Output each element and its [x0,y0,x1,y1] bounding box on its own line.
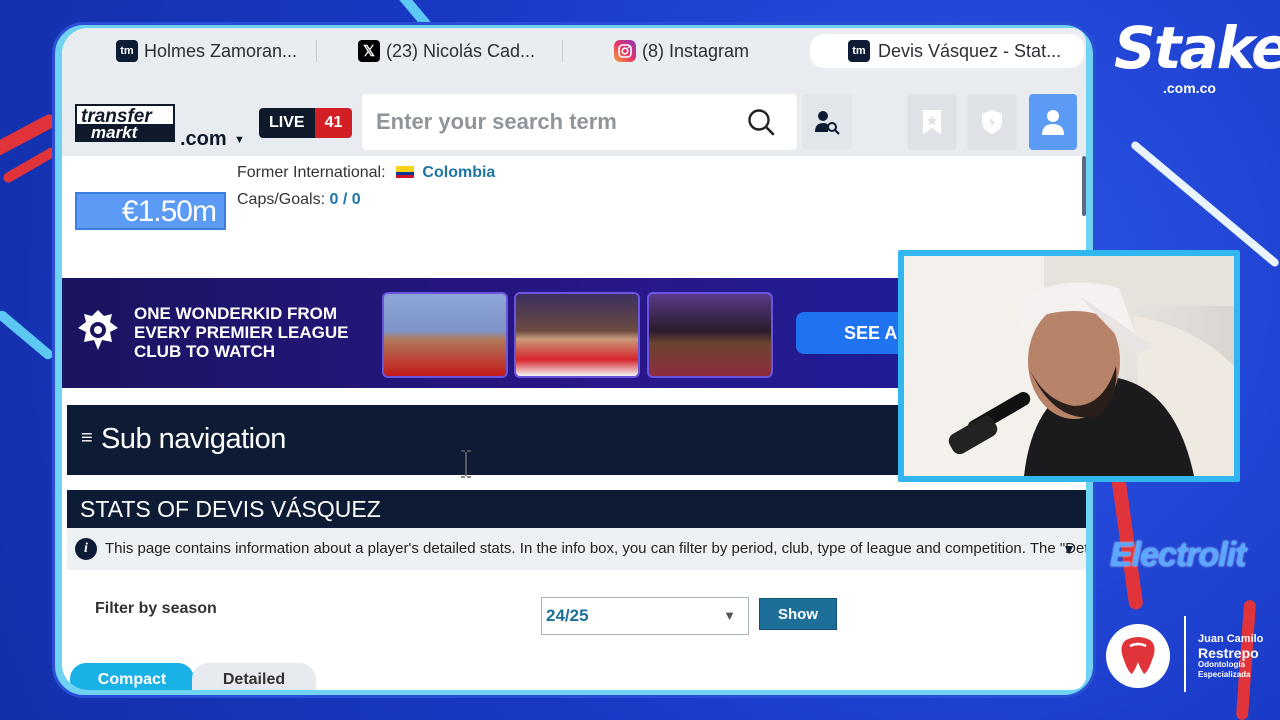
info-icon: i [75,538,97,560]
colombia-flag-icon [395,166,414,178]
instagram-favicon-icon [614,40,636,62]
text-cursor-icon [461,450,471,478]
national-team-link[interactable]: Colombia [422,164,495,181]
banner-headline: ONE WONDERKID FROM EVERY PREMIER LEAGUE … [134,304,349,361]
webcam-feed [904,256,1234,476]
clinic-tagline: Especializada [1198,670,1251,679]
tab-title: (8) Instagram [642,40,750,61]
shield-icon [982,110,1002,134]
show-button[interactable]: Show [759,598,837,630]
tab-compact[interactable]: Compact [70,663,194,690]
chevron-down-icon[interactable]: ▼ [1062,528,1076,570]
stake-domain: .com.co [1163,80,1216,96]
dental-clinic-name: Juan Camilo Restrepo Odontología Especia… [1198,632,1263,680]
user-search-icon [815,111,840,135]
watchlist-button[interactable] [907,94,957,150]
stake-logo: Stake [1114,14,1280,82]
browser-tab-active[interactable]: tm Devis Vásquez - Stat... [810,34,1084,68]
info-notice[interactable]: i This page contains information about a… [67,528,1086,570]
caps-goals-separator: / [338,191,352,208]
wonderkid-photo [514,292,640,378]
clinic-tagline: Odontología [1198,660,1246,669]
live-count: 41 [314,108,353,138]
stats-section-title: STATS OF DEVIS VÁSQUEZ [67,490,1086,528]
sub-navigation-label: Sub navigation [101,423,286,455]
caps-goals-label: Caps/Goals: [237,191,326,208]
logo-domain[interactable]: .com [180,128,227,151]
tab-title: Holmes Zamoran... [144,40,298,61]
wonderkid-photo [647,292,773,378]
former-international-label: Former International: [237,164,386,181]
filter-season-label: Filter by season [95,600,217,617]
clinic-name-line: Juan Camilo [1198,633,1264,645]
player-search-button[interactable] [802,94,852,150]
electrolit-logo: Electrolit [1110,536,1246,574]
x-favicon-icon: 𝕏 [358,40,380,62]
tab-bar: tm Holmes Zamoran... 𝕏 (23) Nicolás Cad.… [62,28,1086,72]
user-account-button[interactable] [1029,94,1077,150]
market-value-box[interactable]: €1.50m [75,192,226,230]
bookmark-star-icon [923,110,941,134]
dropdown-arrow-icon: ▼ [723,608,736,623]
chevron-down-icon[interactable]: ▼ [234,134,245,146]
browser-tab[interactable]: 𝕏 (23) Nicolás Cad... [306,34,556,68]
hamburger-menu-icon: ≡ [81,427,93,449]
premier-league-lion-icon [78,310,118,350]
clinic-name-line: Restrepo [1198,645,1259,661]
tab-title: (23) Nicolás Cad... [386,40,536,61]
site-header: transfer markt .com ▼ LIVE 41 [62,72,1086,156]
notice-text: This page contains information about a p… [105,540,1086,557]
live-label: LIVE [259,108,315,138]
webcam-overlay [898,250,1240,482]
wonderkid-photo [382,292,508,378]
shield-button[interactable] [967,94,1017,150]
season-select[interactable]: 24/25 ▼ [541,597,749,635]
logo-text-bottom: markt [77,124,173,142]
sponsor-divider [1184,616,1186,692]
live-ticker-button[interactable]: LIVE 41 [259,108,353,138]
tab-title: Devis Vásquez - Stat... [878,40,1062,61]
former-international-line: Former International: Colombia [237,164,495,182]
tab-detailed[interactable]: Detailed [192,663,316,690]
dental-clinic-logo-icon [1106,624,1170,688]
transfermarkt-logo[interactable]: transfer markt [75,104,175,142]
search-box [362,94,797,150]
transfermarkt-favicon-icon: tm [116,40,138,62]
caps-goals-line: Caps/Goals: 0 / 0 [237,191,361,209]
season-selected-value: 24/25 [546,606,589,625]
browser-tab[interactable]: (8) Instagram [562,34,792,68]
browser-tab[interactable]: tm Holmes Zamoran... [64,34,314,68]
goals-value[interactable]: 0 [352,191,361,208]
user-icon [1042,110,1064,135]
search-input[interactable] [376,107,726,137]
transfermarkt-favicon-icon: tm [848,40,870,62]
search-icon[interactable] [747,108,775,136]
vertical-scrollbar[interactable] [1082,156,1086,216]
